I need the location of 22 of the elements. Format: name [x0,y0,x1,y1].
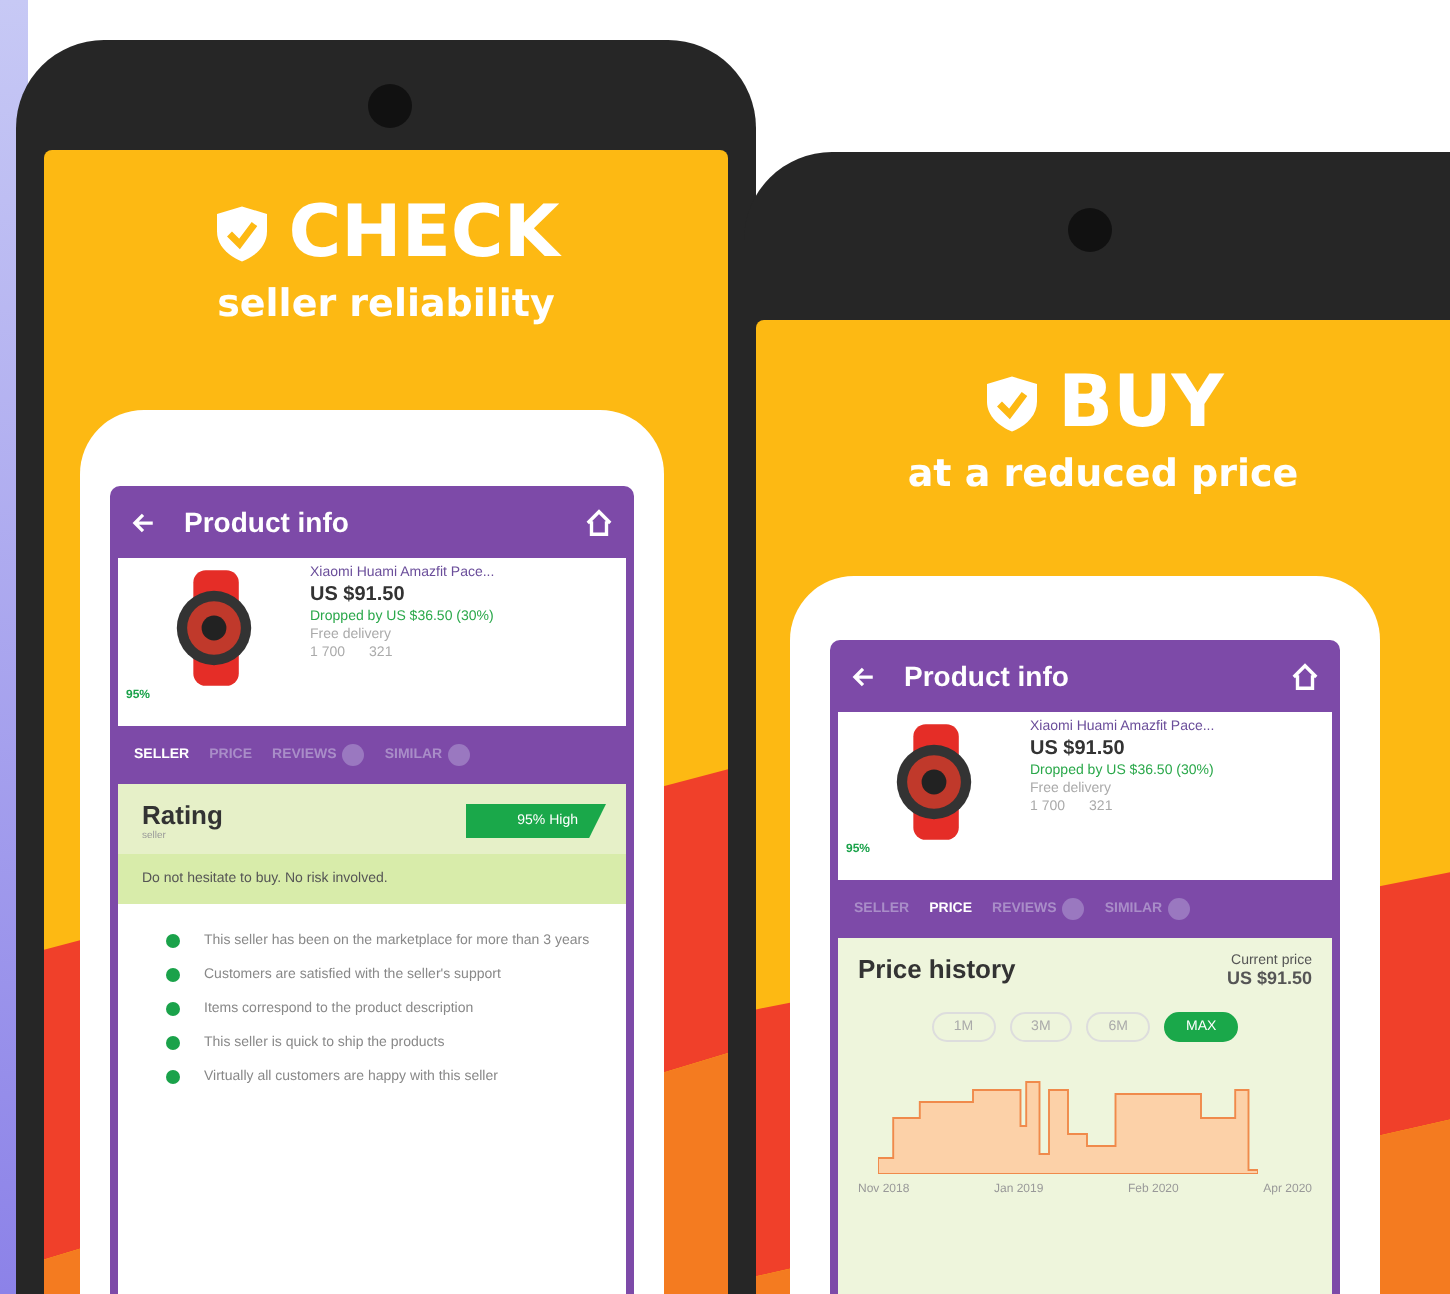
shield-check-icon [982,372,1043,436]
bullet-dot [166,934,180,948]
bullet-dot [166,968,180,982]
shield-check-icon [212,202,273,266]
product-price: US $91.50 [310,584,407,606]
home-icon[interactable] [584,507,614,537]
screen-title: Product info [184,506,351,538]
bullet-dot [166,1002,180,1016]
price-history-title: Price history [858,954,1016,988]
current-price-value: US $91.50 [1226,968,1312,988]
bullet-dot [166,1036,180,1050]
screen-title: Product info [904,660,1071,692]
rating-title: Rating [142,800,223,830]
back-arrow-icon[interactable] [130,509,156,535]
product-price: US $91.50 [1030,738,1127,760]
back-arrow-icon[interactable] [850,663,876,689]
bullet-dot [166,1070,180,1084]
home-icon[interactable] [1290,661,1320,691]
subheadline: at a reduced price [907,452,1299,496]
subheadline: seller reliability [217,282,555,326]
headline: CHECK [288,194,560,274]
headline: BUY [1058,364,1224,444]
